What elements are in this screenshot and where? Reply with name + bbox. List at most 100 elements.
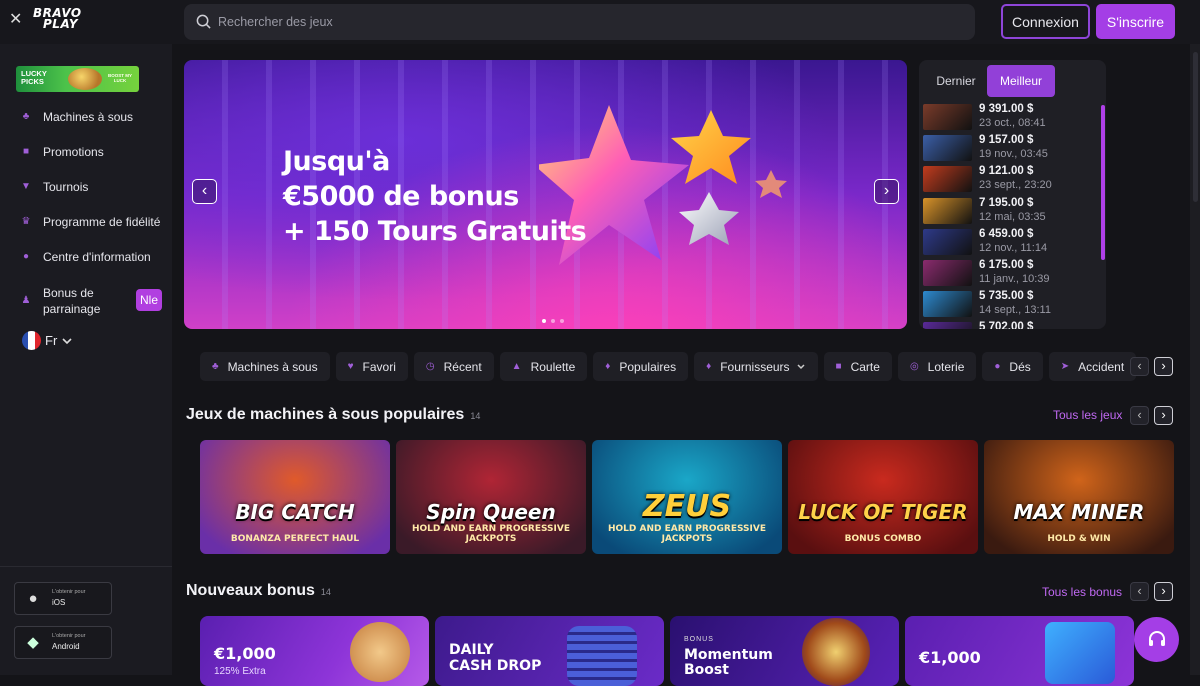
- tab-latest[interactable]: Dernier: [925, 65, 987, 97]
- sidebar-item-promotions[interactable]: ■ Promotions: [20, 143, 104, 161]
- ios-app-button[interactable]: ● L'obtenir pour iOS: [14, 582, 112, 615]
- win-date: 19 nov., 03:45: [979, 148, 1048, 161]
- category-label: Carte: [850, 359, 880, 374]
- chevron-down-icon: [62, 337, 72, 344]
- login-button[interactable]: Connexion: [1001, 4, 1090, 39]
- gift-icon: ■: [22, 146, 30, 157]
- chips-image: [567, 626, 637, 686]
- queen-image: [350, 622, 410, 682]
- sidebar-item-referral[interactable]: ♟ Bonus de parrainage: [20, 285, 113, 317]
- app-get-label: L'obtenir pour: [52, 633, 86, 639]
- win-date: 14 sept., 13:11: [979, 304, 1051, 317]
- search-input[interactable]: [218, 4, 918, 40]
- category-roulette[interactable]: ▲ Roulette: [499, 352, 588, 381]
- category-next-button[interactable]: ›: [1154, 357, 1173, 376]
- winner-row[interactable]: 7 195.00 $12 mai, 03:35: [923, 196, 1093, 227]
- category-accident[interactable]: ➤ Accident: [1048, 352, 1137, 381]
- search-bar[interactable]: [184, 4, 975, 40]
- category-récent[interactable]: ◷ Récent: [413, 352, 494, 381]
- sidebar-item-slots[interactable]: ♣ Machines à sous: [20, 108, 133, 126]
- see-all-bonuses-link[interactable]: Tous les bonus: [1042, 585, 1122, 599]
- roulette-image: [802, 618, 870, 686]
- category-bar: ♣ Machines à sous ♥ Favori ◷ Récent ▲ Roulette ♦…: [200, 352, 1137, 381]
- bonus-card[interactable]: BONUS Momentum Boost: [670, 616, 899, 686]
- signup-button[interactable]: S'inscrire: [1096, 4, 1175, 39]
- page-scrollbar[interactable]: [1190, 44, 1200, 675]
- winner-row[interactable]: 5 702.00 $: [923, 320, 1093, 329]
- game-tile[interactable]: BIG CATCH BONANZA PERFECT HAUL: [200, 440, 390, 554]
- language-selector[interactable]: Fr: [22, 331, 73, 350]
- game-tile[interactable]: ZEUS HOLD AND EARN PROGRESSIVE JACKPOTS: [592, 440, 782, 554]
- bonus-card[interactable]: €1,000 125% Extra: [200, 616, 429, 686]
- win-amount: 9 157.00 $: [979, 134, 1034, 147]
- pagination-dot[interactable]: [542, 319, 546, 323]
- close-icon[interactable]: ✕: [9, 12, 23, 28]
- bonus-card[interactable]: €1,000: [905, 616, 1134, 686]
- game-tile[interactable]: LUCK OF TIGER BONUS COMBO: [788, 440, 978, 554]
- slots-prev-button[interactable]: ‹: [1130, 406, 1149, 425]
- lottery-icon: ◎: [909, 361, 919, 372]
- bonus-card[interactable]: DAILY CASH DROP: [435, 616, 664, 686]
- hero-prev-button[interactable]: ‹: [192, 179, 217, 204]
- new-badge: Nle: [136, 289, 162, 311]
- category-label: Récent: [443, 359, 482, 374]
- section-count: 14: [320, 587, 331, 597]
- category-dés[interactable]: ● Dés: [982, 352, 1043, 381]
- bonus-title: DAILY: [449, 642, 494, 658]
- category-label: Dés: [1009, 359, 1031, 374]
- winner-row[interactable]: 9 391.00 $ 23 oct., 08:41: [923, 102, 1093, 133]
- sidebar-item-tournaments[interactable]: ▼ Tournois: [20, 178, 88, 196]
- cards-icon: ■: [835, 361, 842, 372]
- lucky-picks-label: LUCKY PICKS: [21, 69, 47, 86]
- support-button[interactable]: [1134, 617, 1179, 662]
- winner-row[interactable]: 6 175.00 $11 janv., 10:39: [923, 258, 1093, 289]
- pagination-dot[interactable]: [551, 319, 555, 323]
- hero-banner[interactable]: Jusqu'à €5000 de bonus + 150 Tours Gratu…: [184, 60, 907, 329]
- logo[interactable]: BRAVO PLAY: [33, 7, 82, 30]
- category-prev-button[interactable]: ‹: [1130, 357, 1149, 376]
- slots-next-button[interactable]: ›: [1154, 406, 1173, 425]
- winners-scrollbar[interactable]: [1101, 105, 1105, 260]
- rocket-icon: ➤: [1060, 361, 1070, 372]
- hero-next-button[interactable]: ›: [874, 179, 899, 204]
- bonus-next-button[interactable]: ›: [1154, 582, 1173, 601]
- game-tile[interactable]: Spin Queen HOLD AND EARN PROGRESSIVE JACK…: [396, 440, 586, 554]
- game-title: ZEUS: [642, 489, 732, 524]
- sidebar-item-label: Centre d'information: [43, 250, 151, 264]
- android-icon: ◆: [27, 634, 39, 651]
- heart-icon: ♥: [347, 361, 354, 372]
- game-title: BIG CATCH: [235, 500, 355, 524]
- game-thumbnail: [923, 166, 972, 193]
- winner-row[interactable]: 9 157.00 $19 nov., 03:45: [923, 133, 1093, 164]
- section-title-text: Nouveaux bonus: [186, 582, 315, 599]
- game-tile[interactable]: MAX MINER HOLD & WIN: [984, 440, 1174, 554]
- category-populaires[interactable]: ♦ Populaires: [593, 352, 689, 381]
- top-bar: ✕ BRAVO PLAY Connexion S'inscrire: [0, 0, 1200, 44]
- winner-row[interactable]: 6 459.00 $12 nov., 11:14: [923, 227, 1093, 258]
- roulette-icon: ▲: [511, 361, 522, 372]
- category-fournisseurs[interactable]: ♦ Fournisseurs: [694, 352, 818, 381]
- win-amount: 7 195.00 $: [979, 196, 1034, 209]
- win-amount: 9 391.00 $: [979, 103, 1034, 115]
- tab-best[interactable]: Meilleur: [987, 65, 1055, 97]
- category-loterie[interactable]: ◎ Loterie: [897, 352, 977, 381]
- section-title-text: Jeux de machines à sous populaires: [186, 406, 465, 423]
- win-date: 23 sept., 23:20: [979, 179, 1052, 192]
- winner-row[interactable]: 9 121.00 $23 sept., 23:20: [923, 164, 1093, 195]
- pagination-dot[interactable]: [560, 319, 564, 323]
- android-app-button[interactable]: ◆ L'obtenir pour Android: [14, 626, 112, 659]
- scrollbar-thumb[interactable]: [1193, 52, 1198, 202]
- category-carte[interactable]: ■ Carte: [823, 352, 892, 381]
- category-favori[interactable]: ♥ Favori: [335, 352, 408, 381]
- sidebar-item-info[interactable]: ● Centre d'information: [20, 248, 151, 266]
- section-count: 14: [470, 411, 481, 421]
- bonus-prev-button[interactable]: ‹: [1130, 582, 1149, 601]
- sidebar-item-loyalty[interactable]: ♛ Programme de fidélité: [20, 213, 161, 231]
- winner-row[interactable]: 5 735.00 $14 sept., 13:11: [923, 289, 1093, 320]
- lucky-picks-banner[interactable]: LUCKY PICKS BOOST MY LUCK: [16, 66, 139, 92]
- info-icon: ●: [22, 251, 30, 262]
- category-machines-à-sous[interactable]: ♣ Machines à sous: [200, 352, 330, 381]
- game-title: MAX MINER: [1013, 500, 1145, 524]
- see-all-games-link[interactable]: Tous les jeux: [1053, 408, 1122, 422]
- game-thumbnail: [923, 135, 972, 162]
